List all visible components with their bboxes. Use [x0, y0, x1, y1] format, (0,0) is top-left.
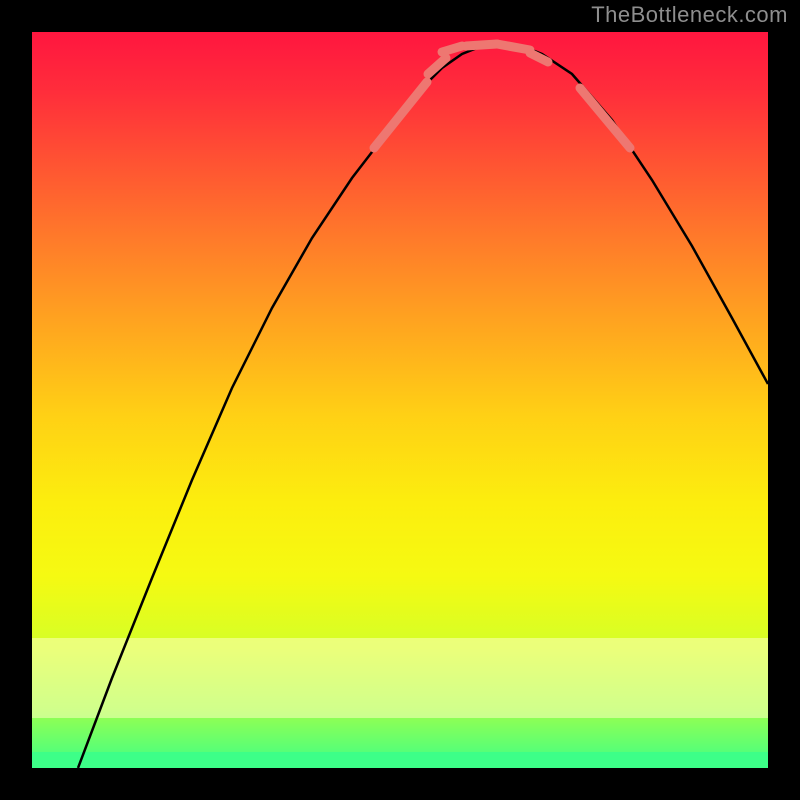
- dash-segment: [466, 44, 497, 46]
- dash-segment: [497, 44, 530, 50]
- dash-group: [374, 44, 630, 148]
- dash-segment: [580, 88, 630, 148]
- plot-svg: [32, 32, 768, 768]
- dash-segment: [428, 58, 446, 74]
- bottom-band: [32, 752, 768, 768]
- dash-segment: [442, 46, 462, 52]
- watermark: TheBottleneck.com: [591, 2, 788, 28]
- dash-segment: [374, 82, 427, 148]
- dash-segment: [530, 53, 548, 62]
- pale-band: [32, 638, 768, 718]
